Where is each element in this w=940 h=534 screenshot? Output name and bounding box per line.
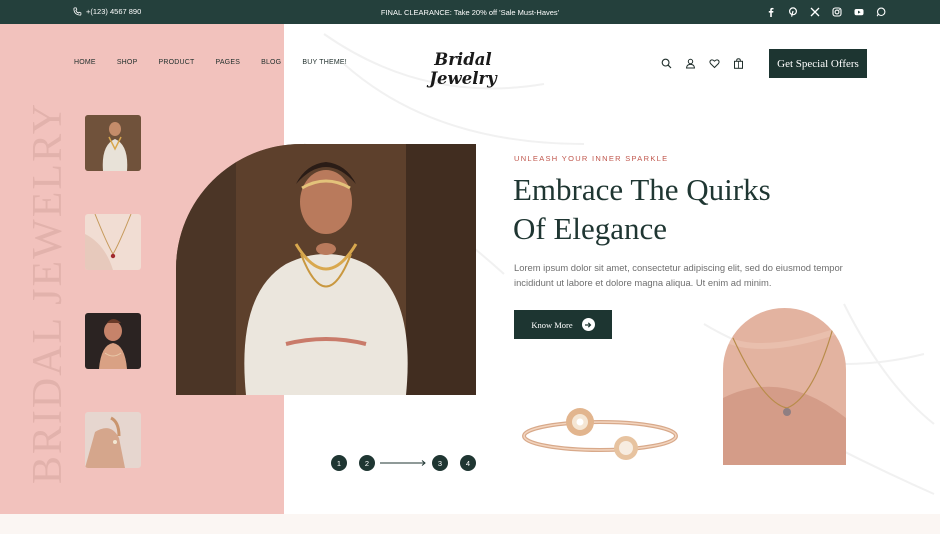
bag-icon[interactable] [733, 58, 744, 69]
thumbnail-hand-earring[interactable] [85, 412, 141, 468]
page-dot-2[interactable]: 2 [359, 455, 375, 471]
vertical-brand-text: BRIDAL JEWELRY [25, 102, 71, 484]
nav-item-pages[interactable]: PAGES [215, 59, 240, 66]
site-logo[interactable]: Bridal Jewelry [398, 50, 528, 88]
header-icons [661, 58, 744, 69]
hero-description: Lorem ipsum dolor sit amet, consectetur … [514, 262, 843, 288]
know-more-button[interactable]: Know More [514, 310, 612, 339]
progress-arrow-line [380, 459, 427, 467]
necklace-product-image [723, 308, 846, 465]
user-icon[interactable] [685, 58, 696, 69]
hero-bride-image [176, 144, 476, 395]
nav-item-shop[interactable]: SHOP [117, 59, 138, 66]
hero-headline-line-1: Embrace The Quirks [513, 172, 771, 207]
thumbnail-pendant-necklace[interactable] [85, 214, 141, 270]
x-icon[interactable] [810, 6, 820, 17]
facebook-icon[interactable] [766, 6, 776, 17]
social-links [766, 6, 886, 17]
pinterest-icon[interactable] [788, 6, 798, 17]
vertical-brand-label: BRIDAL JEWELRY [25, 101, 71, 485]
instagram-icon[interactable] [832, 6, 842, 17]
nav-item-product[interactable]: PRODUCT [158, 59, 194, 66]
hero-headline-line-2: Of Elegance [513, 211, 668, 246]
thumbnail-woman-earrings[interactable] [85, 313, 141, 369]
top-bar: +(123) 4567 890 FINAL CLEARANCE: Take 20… [0, 0, 940, 24]
know-more-label: Know More [531, 319, 573, 330]
thumbnail-bride-seated[interactable] [85, 115, 141, 171]
nav-item-home[interactable]: HOME [74, 59, 96, 66]
whatsapp-icon[interactable] [876, 6, 886, 17]
nav-item-blog[interactable]: BLOG [261, 59, 281, 66]
get-special-offers-button[interactable]: Get Special Offers [769, 49, 867, 78]
arrow-right-icon [581, 318, 595, 331]
next-section-band [0, 514, 940, 534]
page-dot-4[interactable]: 4 [460, 455, 476, 471]
page-dot-3[interactable]: 3 [432, 455, 448, 471]
hero-eyebrow: UNLEASH YOUR INNER SPARKLE [514, 154, 669, 163]
hero-pagination: 1 2 3 4 [331, 455, 476, 471]
heart-icon[interactable] [709, 58, 720, 69]
search-icon[interactable] [661, 58, 672, 69]
youtube-icon[interactable] [854, 6, 864, 17]
hero-headline: Embrace The Quirks Of Elegance [513, 170, 771, 248]
ring-product-image [520, 400, 680, 462]
page-dot-1[interactable]: 1 [331, 455, 347, 471]
nav-item-buy-theme[interactable]: BUY THEME! [302, 59, 347, 66]
main-navigation: HOME SHOP PRODUCT PAGES BLOG BUY THEME! [74, 59, 368, 66]
